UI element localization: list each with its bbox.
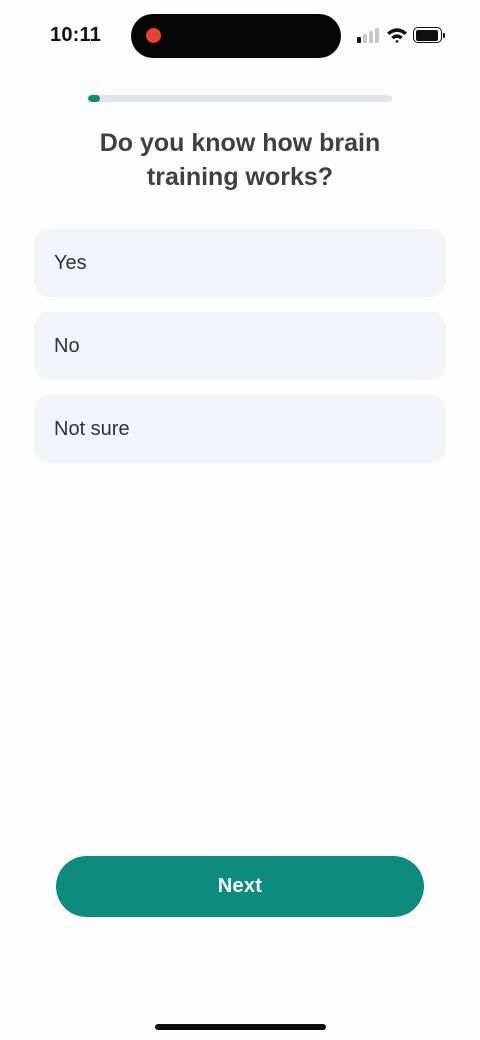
progress-fill <box>88 95 101 102</box>
question-title: Do you know how brain training works? <box>99 129 381 191</box>
option-label: Yes <box>54 251 87 274</box>
option-label: No <box>54 334 80 357</box>
next-button[interactable]: Next <box>56 856 424 917</box>
cellular-signal-icon <box>357 27 381 43</box>
onboarding-progress-bar <box>88 95 392 102</box>
status-bar: 10:11 <box>0 0 480 72</box>
signal-bar <box>369 31 373 43</box>
next-button-label: Next <box>217 875 263 897</box>
battery-terminal <box>443 32 445 38</box>
option-label: Not sure <box>54 417 130 440</box>
option-yes[interactable]: Yes <box>34 229 446 297</box>
dynamic-island <box>131 14 341 58</box>
option-no[interactable]: No <box>34 312 446 380</box>
signal-bar <box>357 37 361 43</box>
home-indicator <box>155 1024 326 1030</box>
battery-level <box>415 29 438 41</box>
signal-bar <box>375 28 379 43</box>
recording-indicator-icon <box>146 28 161 43</box>
status-time: 10:11 <box>50 24 102 46</box>
option-not-sure[interactable]: Not sure <box>34 395 446 463</box>
battery-icon <box>413 27 445 43</box>
signal-bar <box>363 34 367 43</box>
wifi-icon <box>387 28 407 44</box>
